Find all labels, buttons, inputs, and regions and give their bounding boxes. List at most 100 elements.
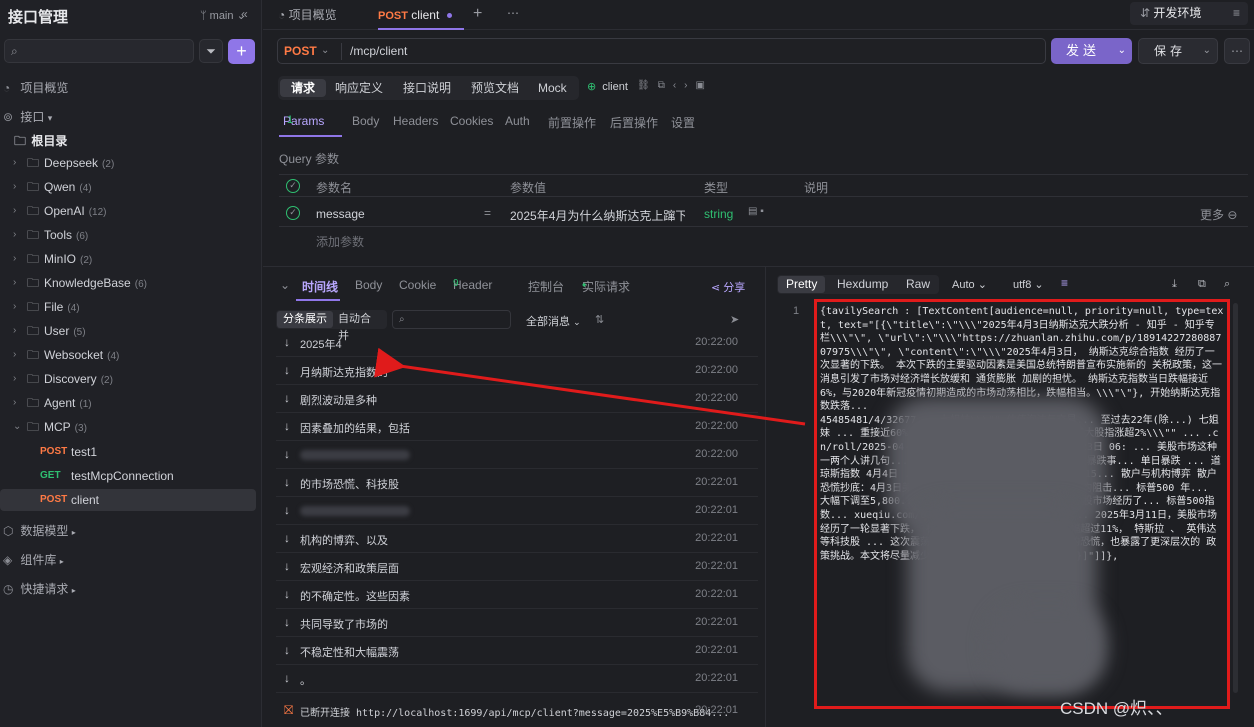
new-tab-icon[interactable]: + [473, 5, 482, 23]
tab-preview-doc[interactable]: 预览文档 [460, 79, 530, 97]
add-param-input[interactable]: 添加参数 [316, 233, 364, 250]
tab-auth[interactable]: Auth [505, 114, 530, 128]
more-actions-button[interactable]: ⋯ [1224, 38, 1250, 64]
timeline-row[interactable]: ↓ 20:22:00 [276, 441, 758, 469]
send-button[interactable]: 发送 ⌄ [1051, 38, 1132, 64]
folder-item[interactable]: › 🗀 File (4) [0, 296, 256, 318]
tab-body[interactable]: Body [352, 114, 379, 128]
tab-body[interactable]: Body [355, 278, 382, 292]
folder-item[interactable]: › 🗀 Qwen (4) [0, 176, 256, 198]
folder-item[interactable]: › 🗀 KnowledgeBase (6) [0, 272, 256, 294]
code-icon[interactable]: ‹› [673, 80, 696, 91]
response-body[interactable]: {tavilySearch : [TextContent[audience=nu… [814, 299, 1230, 709]
tab-headers[interactable]: Headers [393, 114, 438, 128]
scrollbar[interactable] [1233, 303, 1238, 693]
link-icon[interactable]: ⛓ [637, 80, 658, 91]
tab-timeline[interactable]: 时间线 [302, 278, 338, 295]
sidebar-item-overview[interactable]: ◔ 项目概览 [3, 79, 68, 96]
environment-selector[interactable]: ⇵ 开发环境 ≡ [1130, 2, 1248, 25]
timeline-row-disconnected[interactable]: ⛝ 已断开连接 http://localhost:1699/api/mcp/cl… [276, 697, 758, 725]
collapse-sidebar-icon[interactable]: « [241, 7, 248, 21]
share-button[interactable]: ⋖ 分享 [711, 279, 745, 295]
timeline-row[interactable]: ↓ 不稳定性和大幅震荡 20:22:01 [276, 637, 758, 665]
param-name-input[interactable]: message [316, 207, 365, 221]
tab-raw[interactable]: Raw [898, 276, 938, 293]
tab-post-ops[interactable]: 后置操作 [610, 114, 658, 131]
tab-pretty[interactable]: Pretty [778, 276, 826, 293]
wrap-lines-icon[interactable]: ≡ [1061, 276, 1068, 290]
endpoint-item[interactable]: POST client [0, 489, 256, 511]
tab-overview[interactable]: ◔ 项目概览 [278, 0, 337, 30]
folder-item[interactable]: › 🗀 MinIO (2) [0, 248, 256, 270]
timeline-row[interactable]: ↓ 剧烈波动是多种 20:22:00 [276, 385, 758, 413]
filter-button[interactable]: ⏷ [199, 39, 223, 63]
tab-request[interactable]: 请求 [280, 79, 327, 97]
folder-item[interactable]: › 🗀 Agent (1) [0, 392, 256, 414]
copy-icon[interactable]: ⧉ [658, 80, 673, 91]
arrow-down-icon: ↓ [284, 363, 290, 377]
param-more-button[interactable]: 更多 ⊖ [1200, 206, 1237, 223]
tab-console[interactable]: 控制台 [528, 278, 564, 295]
panel-icon[interactable]: ▣ [696, 80, 713, 91]
timeline-row[interactable]: ↓ 宏观经济和政策层面 20:22:01 [276, 553, 758, 581]
sidebar-item-datamodel[interactable]: ⬡ 数据模型 ▸ [3, 522, 76, 539]
folder-item[interactable]: › 🗀 OpenAI (12) [0, 200, 256, 222]
timeline-row[interactable]: ↓ 机构的博弈、以及 20:22:01 [276, 525, 758, 553]
timeline-row[interactable]: ↓ 的不确定性。这些因素 20:22:01 [276, 581, 758, 609]
timeline-row[interactable]: ↓ 20:22:01 [276, 497, 758, 525]
sidebar-item-quick[interactable]: ◷ 快捷请求 ▸ [3, 580, 76, 597]
tab-split-view[interactable]: 分条展示 [277, 311, 333, 328]
timeline-search-input[interactable]: ⌕ [392, 310, 511, 329]
folder-item[interactable]: ⌄ 🗀 MCP (3) [0, 416, 256, 438]
copy-icon[interactable]: ⧉ [1198, 278, 1206, 291]
api-icon: ⊚ [3, 110, 14, 124]
message-filter-select[interactable]: 全部消息 ⌄ [526, 313, 581, 329]
folder-item[interactable]: › 🗀 Deepseek (2) [0, 152, 256, 174]
tab-cookie[interactable]: Cookie [399, 278, 436, 292]
save-button[interactable]: 保存 ⌄ [1138, 38, 1218, 64]
timeline-row[interactable]: ↓ 因素叠加的结果，包括 20:22:00 [276, 413, 758, 441]
select-all-checkbox[interactable]: ✓ [286, 179, 300, 193]
sidebar-item-components[interactable]: ◈ 组件库 ▸ [3, 551, 64, 568]
tab-client[interactable]: POST client [378, 0, 465, 30]
sort-icon[interactable]: ⇅ [595, 313, 604, 326]
param-options-icon[interactable]: ▤ ▪ [748, 206, 764, 217]
timeline-row[interactable]: ↓ 共同导致了市场的 20:22:01 [276, 609, 758, 637]
timeline-row[interactable]: ↓ 2025年4 20:22:00 [276, 329, 758, 357]
url-input[interactable]: /mcp/client [350, 39, 407, 63]
search-icon[interactable]: ⌕ [1224, 278, 1230, 291]
sidebar-search-input[interactable]: ⌕ [4, 39, 194, 63]
timeline-row[interactable]: ↓ 的市场恐慌、科技股 20:22:01 [276, 469, 758, 497]
param-type-select[interactable]: string [704, 207, 733, 221]
format-select[interactable]: Auto ⌄ [952, 278, 987, 291]
add-button[interactable]: + [228, 39, 255, 64]
method-selector[interactable]: POST [284, 39, 317, 63]
tab-auto-merge[interactable]: 自动合并 [332, 311, 387, 342]
send-icon[interactable]: ➤ [730, 313, 739, 326]
folder-item[interactable]: › 🗀 Tools (6) [0, 224, 256, 246]
tab-cookies[interactable]: Cookies [450, 114, 493, 128]
endpoint-item[interactable]: POST test1 [0, 441, 256, 463]
tab-api-doc[interactable]: 接口说明 [392, 79, 462, 97]
timeline-row[interactable]: ↓ 。 20:22:01 [276, 665, 758, 693]
endpoint-item[interactable]: GET testMcpConnection [0, 465, 256, 487]
folder-name: Websocket [44, 348, 104, 362]
folder-item[interactable]: › 🗀 User (5) [0, 320, 256, 342]
download-icon[interactable]: ⤓ [1172, 278, 1177, 291]
tab-response-def[interactable]: 响应定义 [324, 79, 394, 97]
more-icon[interactable]: ⋯ [507, 6, 519, 20]
param-value-input[interactable]: 2025年4月为什么纳斯达克上蹿下跳 [510, 207, 685, 224]
folder-item[interactable]: › 🗀 Websocket (4) [0, 344, 256, 366]
branch-selector[interactable]: ᛘ main ⌄ [200, 9, 246, 22]
collapse-icon[interactable]: ⌄ [280, 278, 290, 292]
param-enabled-checkbox[interactable]: ✓ [286, 206, 300, 220]
sidebar-item-api[interactable]: ⊚ 接口 ▾ [3, 108, 52, 125]
tab-pre-ops[interactable]: 前置操作 [548, 114, 596, 131]
tab-mock[interactable]: Mock [527, 79, 578, 97]
tab-settings[interactable]: 设置 [671, 114, 695, 131]
folder-item[interactable]: › 🗀 Discovery (2) [0, 368, 256, 390]
root-folder[interactable]: 🗀 根目录 [14, 132, 67, 153]
timeline-row[interactable]: ↓ 月纳斯达克指数的 20:22:00 [276, 357, 758, 385]
encoding-select[interactable]: utf8 ⌄ [1013, 278, 1044, 291]
tab-hexdump[interactable]: Hexdump [829, 276, 896, 293]
